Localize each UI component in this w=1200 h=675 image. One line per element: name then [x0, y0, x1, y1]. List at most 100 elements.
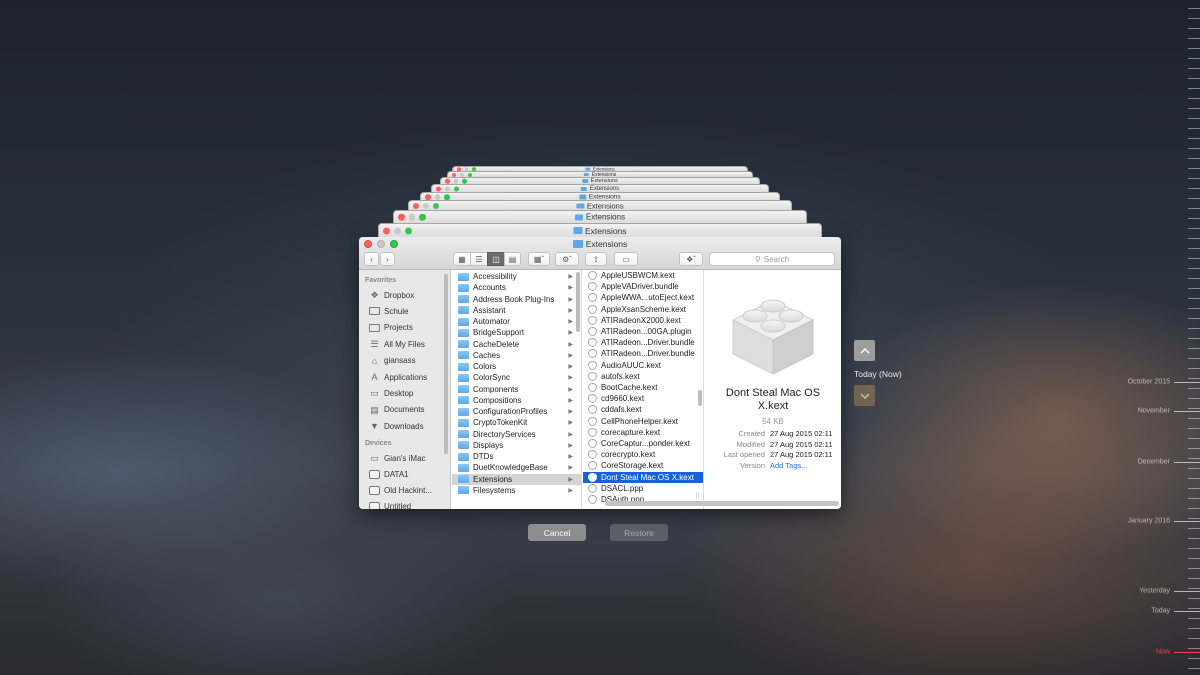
add-tags-link[interactable]: Add Tags...	[770, 461, 807, 472]
timeline-tick[interactable]	[1188, 608, 1200, 609]
timeline-tick[interactable]	[1188, 648, 1200, 649]
action-button[interactable]: ⚙ˇ	[555, 252, 579, 266]
file-row[interactable]: AppleXsanScheme.kext	[583, 304, 703, 315]
timeline-tick[interactable]	[1188, 388, 1200, 389]
timeline-tick[interactable]	[1188, 468, 1200, 469]
folder-row[interactable]: DuetKnowledgeBase ▶	[452, 462, 581, 473]
timeline-tick[interactable]	[1188, 378, 1200, 379]
sidebar-item[interactable]: ▼ Downloads	[369, 419, 424, 433]
file-row[interactable]: Dont Steal Mac OS X.kext	[583, 471, 703, 483]
file-row[interactable]: ATIRadeon...Driver.bundle	[583, 337, 703, 348]
file-row[interactable]: AppleWWA...utoEject.kext	[583, 292, 703, 303]
timeline-tick[interactable]	[1188, 218, 1200, 219]
timeline-now-tick[interactable]	[1174, 652, 1200, 653]
timeline-tick[interactable]	[1188, 138, 1200, 139]
folder-row[interactable]: Compositions ▶	[452, 395, 581, 406]
timeline-tick[interactable]	[1188, 438, 1200, 439]
timeline-tick[interactable]	[1188, 518, 1200, 519]
folder-row[interactable]: Colors ▶	[452, 361, 581, 372]
timeline-tick[interactable]	[1188, 528, 1200, 529]
sidebar-item[interactable]: Untitled	[369, 500, 411, 509]
timeline-tick[interactable]	[1188, 168, 1200, 169]
timeline-tick[interactable]	[1188, 118, 1200, 119]
file-row[interactable]: corecrypto.kext	[583, 449, 703, 460]
folder-row[interactable]: Assistant ▶	[452, 305, 581, 316]
timeline-tick[interactable]	[1188, 188, 1200, 189]
sidebar-item[interactable]: ▭ Desktop	[369, 386, 413, 400]
sidebar-item[interactable]: A Applications	[369, 370, 427, 384]
timeline-label[interactable]: October 2015	[1128, 379, 1170, 386]
folder-row[interactable]: Components ▶	[452, 384, 581, 395]
file-row[interactable]: ATIRadeon...Driver.bundle	[583, 348, 703, 359]
timeline-tick[interactable]	[1188, 48, 1200, 49]
timeline-tick[interactable]	[1188, 228, 1200, 229]
horizontal-scrollbar[interactable]	[605, 501, 839, 506]
timeline-tick[interactable]	[1188, 348, 1200, 349]
timeline-tick[interactable]	[1188, 38, 1200, 39]
folder-row[interactable]: ColorSync ▶	[452, 372, 581, 383]
sidebar-item[interactable]: Projects	[369, 321, 413, 335]
timeline-label[interactable]: Today	[1151, 608, 1170, 615]
folder-row[interactable]: DirectoryServices ▶	[452, 429, 581, 440]
sidebar-item[interactable]: ▤ Documents	[369, 403, 424, 417]
timeline-tick[interactable]	[1188, 278, 1200, 279]
folder-row[interactable]: BridgeSupport ▶	[452, 327, 581, 338]
backup-window[interactable]: Extensions	[440, 177, 760, 184]
timeline-tick[interactable]	[1188, 98, 1200, 99]
forward-button[interactable]: ›	[380, 252, 395, 266]
timeline-tick[interactable]	[1188, 88, 1200, 89]
timeline-tick[interactable]	[1188, 488, 1200, 489]
folder-row[interactable]: CryptoTokenKit ▶	[452, 417, 581, 428]
arrange-button[interactable]: ▦ˇ	[528, 252, 550, 266]
folder-row[interactable]: Accounts ▶	[452, 282, 581, 293]
timeline-tick[interactable]	[1188, 238, 1200, 239]
file-row[interactable]: corecapture.kext	[583, 427, 703, 438]
time-machine-up-button[interactable]	[854, 340, 875, 361]
timeline-tick[interactable]	[1188, 148, 1200, 149]
timeline-label[interactable]: November	[1138, 408, 1170, 415]
timeline-tick[interactable]	[1188, 68, 1200, 69]
timeline-tick[interactable]	[1188, 398, 1200, 399]
back-button[interactable]: ‹	[364, 252, 379, 266]
timeline-major-tick[interactable]	[1174, 591, 1200, 592]
icon-view-button[interactable]: ▦	[453, 252, 470, 266]
timeline-tick[interactable]	[1188, 558, 1200, 559]
timeline-tick[interactable]	[1188, 658, 1200, 659]
timeline-tick[interactable]	[1188, 418, 1200, 419]
cancel-button[interactable]: Cancel	[528, 524, 586, 541]
timeline-tick[interactable]	[1188, 58, 1200, 59]
timeline-tick[interactable]	[1188, 538, 1200, 539]
timeline-label[interactable]: January 2016	[1128, 518, 1170, 525]
folder-row[interactable]: CacheDelete ▶	[452, 339, 581, 350]
backup-window[interactable]: Extensions	[431, 184, 769, 192]
file-row[interactable]: CoreCaptur...ponder.kext	[583, 438, 703, 449]
timeline-tick[interactable]	[1188, 368, 1200, 369]
timeline-tick[interactable]	[1188, 318, 1200, 319]
dropbox-button[interactable]: ❖ˇ	[679, 252, 703, 266]
timeline-tick[interactable]	[1188, 498, 1200, 499]
timeline-tick[interactable]	[1188, 338, 1200, 339]
timeline-tick[interactable]	[1188, 28, 1200, 29]
timeline-tick[interactable]	[1188, 208, 1200, 209]
sidebar-item[interactable]: ☰ All My Files	[369, 337, 424, 351]
file-row[interactable]: cd9660.kext	[583, 393, 703, 404]
timeline-major-tick[interactable]	[1174, 521, 1200, 522]
timeline-tick[interactable]	[1188, 288, 1200, 289]
timeline-tick[interactable]	[1188, 668, 1200, 669]
file-row[interactable]: CoreStorage.kext	[583, 460, 703, 471]
sidebar-item[interactable]: ⌂ giansass	[369, 354, 416, 368]
sidebar-item[interactable]: ▭ Gian's iMac	[369, 451, 425, 465]
timeline-tick[interactable]	[1188, 358, 1200, 359]
restore-button[interactable]: Restore	[610, 524, 668, 541]
timeline-tick[interactable]	[1188, 78, 1200, 79]
timeline-tick[interactable]	[1188, 268, 1200, 269]
timeline-tick[interactable]	[1188, 248, 1200, 249]
timeline-tick[interactable]	[1188, 598, 1200, 599]
timeline-tick[interactable]	[1188, 258, 1200, 259]
file-row[interactable]: CellPhoneHelper.kext	[583, 416, 703, 427]
folder-row[interactable]: Extensions ▶	[452, 473, 581, 485]
timeline-tick[interactable]	[1188, 548, 1200, 549]
tags-button[interactable]: ▭	[614, 252, 638, 266]
search-field[interactable]: ⚲ Search	[709, 252, 835, 266]
timeline-tick[interactable]	[1188, 178, 1200, 179]
